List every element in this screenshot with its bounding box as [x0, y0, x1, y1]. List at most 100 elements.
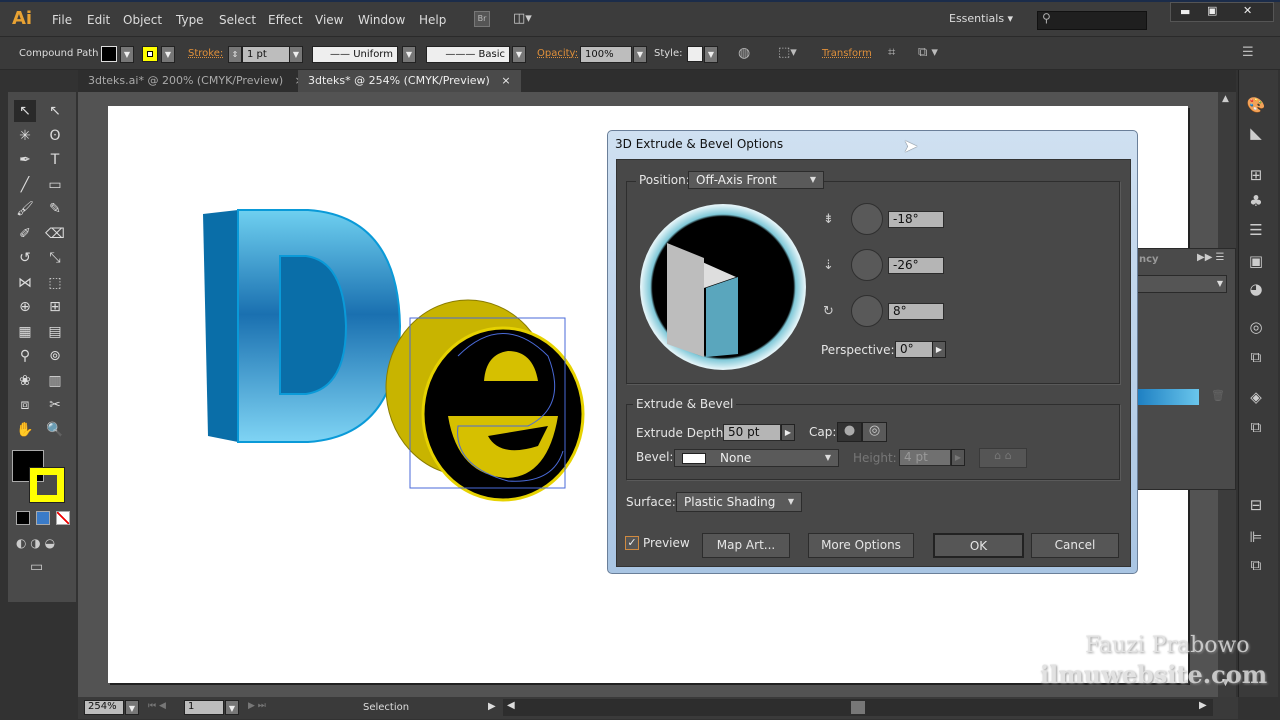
artboards-panel-icon[interactable]: ⧉: [1246, 348, 1266, 368]
stroke-color-box[interactable]: [29, 467, 65, 503]
symbols-panel-icon[interactable]: ♣: [1246, 192, 1266, 212]
extrude-depth-slider-button[interactable]: ▶: [781, 424, 795, 441]
track-cube-preview[interactable]: [640, 204, 806, 370]
direct-selection-tool-icon[interactable]: ↖: [44, 100, 66, 122]
color-mode-button[interactable]: [16, 511, 30, 525]
status-menu-icon[interactable]: ▶: [488, 701, 496, 712]
appearance-panel-icon[interactable]: ◎: [1246, 318, 1266, 338]
workspace-switcher[interactable]: Essentials ▾: [949, 12, 1013, 25]
surface-dropdown[interactable]: Plastic Shading ▼: [676, 492, 802, 512]
extrude-depth-field[interactable]: 50 pt: [723, 424, 781, 441]
column-graph-tool-icon[interactable]: ▥: [44, 370, 66, 392]
close-button[interactable]: ✕: [1243, 4, 1252, 17]
mask-thumbnail[interactable]: [1137, 389, 1199, 405]
panel-collapse-icon[interactable]: ▶▶ ☰: [1197, 252, 1225, 263]
hand-tool-icon[interactable]: ✋: [14, 419, 36, 441]
perspective-field[interactable]: 0°: [895, 341, 933, 358]
cap-on-button[interactable]: ●: [837, 422, 862, 442]
scroll-up-icon[interactable]: ▲: [1222, 94, 1229, 104]
perspective-grid-tool-icon[interactable]: ⊞: [44, 296, 66, 318]
gradient-tool-icon[interactable]: ▤: [44, 321, 66, 343]
recolor-artwork-icon[interactable]: ◍: [738, 45, 750, 61]
pencil-tool-icon[interactable]: ✎: [44, 198, 66, 220]
transparency-panel-icon[interactable]: ◕: [1246, 280, 1266, 300]
style-dropdown[interactable]: ▼: [704, 46, 718, 63]
transform-panel-icon[interactable]: ⧉: [1246, 418, 1266, 438]
menu-select[interactable]: Select: [219, 13, 256, 27]
paintbrush-tool-icon[interactable]: 🖌: [14, 198, 36, 220]
fill-dropdown[interactable]: ▼: [120, 46, 134, 63]
trash-icon[interactable]: 🗑: [1211, 389, 1225, 402]
magic-wand-tool-icon[interactable]: ✳: [14, 125, 36, 147]
x-rotation-dial[interactable]: [851, 203, 883, 235]
letter-d-3d[interactable]: [203, 209, 402, 443]
selection-tool-icon[interactable]: ↖: [14, 100, 36, 122]
isolate-icon[interactable]: ⌗: [888, 45, 895, 60]
bridge-button[interactable]: Br: [474, 11, 490, 27]
next-last-artboard[interactable]: ▶ ⏭: [248, 701, 266, 711]
shape-builder-tool-icon[interactable]: ⊕: [14, 296, 36, 318]
menu-help[interactable]: Help: [419, 13, 446, 27]
lasso-tool-icon[interactable]: ʘ: [44, 125, 66, 147]
cancel-button[interactable]: Cancel: [1031, 533, 1119, 558]
menu-object[interactable]: Object: [123, 13, 162, 27]
stroke-swatch[interactable]: [142, 46, 158, 62]
symbol-sprayer-tool-icon[interactable]: ❀: [14, 370, 36, 392]
stroke-label[interactable]: Stroke:: [188, 48, 223, 59]
type-tool-icon[interactable]: T: [44, 149, 66, 171]
zoom-dropdown[interactable]: ▼: [125, 700, 139, 715]
align-panel-icon[interactable]: ⊟: [1246, 496, 1266, 516]
gradient-mode-button[interactable]: [36, 511, 50, 525]
width-tool-icon[interactable]: ⋈: [14, 272, 36, 294]
brushes-panel-icon[interactable]: ⊞: [1246, 166, 1266, 186]
style-swatch[interactable]: [687, 46, 703, 62]
perspective-slider-button[interactable]: ▶: [932, 341, 946, 358]
z-rotation-field[interactable]: 8°: [888, 303, 944, 320]
height-slider-button[interactable]: ▶: [951, 449, 965, 466]
bevel-dropdown[interactable]: None ▼: [674, 449, 839, 467]
maximize-button[interactable]: ▣: [1207, 4, 1217, 17]
menu-edit[interactable]: Edit: [87, 13, 110, 27]
blob-brush-tool-icon[interactable]: ✐: [14, 223, 36, 245]
free-transform-tool-icon[interactable]: ⬚: [44, 272, 66, 294]
profile-dropdown[interactable]: ▼: [402, 46, 416, 63]
pen-tool-icon[interactable]: ✒: [14, 149, 36, 171]
rotate-tool-icon[interactable]: ↺: [14, 247, 36, 269]
stroke-stepper[interactable]: ⇕: [228, 46, 242, 63]
arrange-documents-icon[interactable]: ◫▾: [513, 11, 539, 27]
opacity-label[interactable]: Opacity:: [537, 48, 578, 59]
artboard-dropdown[interactable]: ▼: [225, 700, 239, 715]
menu-file[interactable]: File: [52, 13, 72, 27]
artboard-field[interactable]: 1: [184, 700, 224, 715]
eyedropper-tool-icon[interactable]: ⚲: [14, 345, 36, 367]
height-field[interactable]: 4 pt: [899, 449, 951, 466]
ok-button[interactable]: OK: [933, 533, 1024, 558]
x-rotation-field[interactable]: -18°: [888, 211, 944, 228]
minimize-button[interactable]: ▬: [1180, 5, 1190, 18]
search-input[interactable]: [1037, 11, 1147, 30]
swatches-panel-icon[interactable]: ◣: [1246, 124, 1266, 144]
screen-mode-icon[interactable]: ▭: [30, 559, 43, 575]
pathfinder-panel-icon[interactable]: ⊫: [1246, 528, 1266, 548]
current-tool-status[interactable]: Selection: [363, 702, 409, 713]
transform-2-panel-icon[interactable]: ⧉: [1246, 556, 1266, 576]
position-dropdown[interactable]: Off-Axis Front ▼: [688, 171, 824, 189]
rectangle-tool-icon[interactable]: ▭: [44, 174, 66, 196]
stroke-lines-panel-icon[interactable]: ☰: [1246, 221, 1266, 241]
variable-width-profile[interactable]: —— Uniform: [312, 46, 398, 63]
cube-icon[interactable]: [640, 204, 806, 370]
brush-dropdown[interactable]: ▼: [512, 46, 526, 63]
brush-definition[interactable]: ——— Basic: [426, 46, 510, 63]
first-prev-artboard[interactable]: ⏮ ◀: [148, 701, 166, 711]
line-tool-icon[interactable]: ╱: [14, 174, 36, 196]
cap-off-button[interactable]: ◎: [862, 422, 887, 442]
horizontal-scrollbar[interactable]: ◀ ▶: [503, 699, 1213, 716]
stroke-weight-field[interactable]: 1 pt: [242, 46, 290, 63]
tab-3dteks-ai[interactable]: 3dteks.ai* @ 200% (CMYK/Preview) ×: [78, 70, 314, 92]
scroll-left-icon[interactable]: ◀: [507, 700, 515, 711]
y-rotation-field[interactable]: -26°: [888, 257, 944, 274]
z-rotation-dial[interactable]: [851, 295, 883, 327]
y-rotation-dial[interactable]: [851, 249, 883, 281]
menu-window[interactable]: Window: [358, 13, 405, 27]
scale-tool-icon[interactable]: ⤡: [44, 247, 66, 269]
